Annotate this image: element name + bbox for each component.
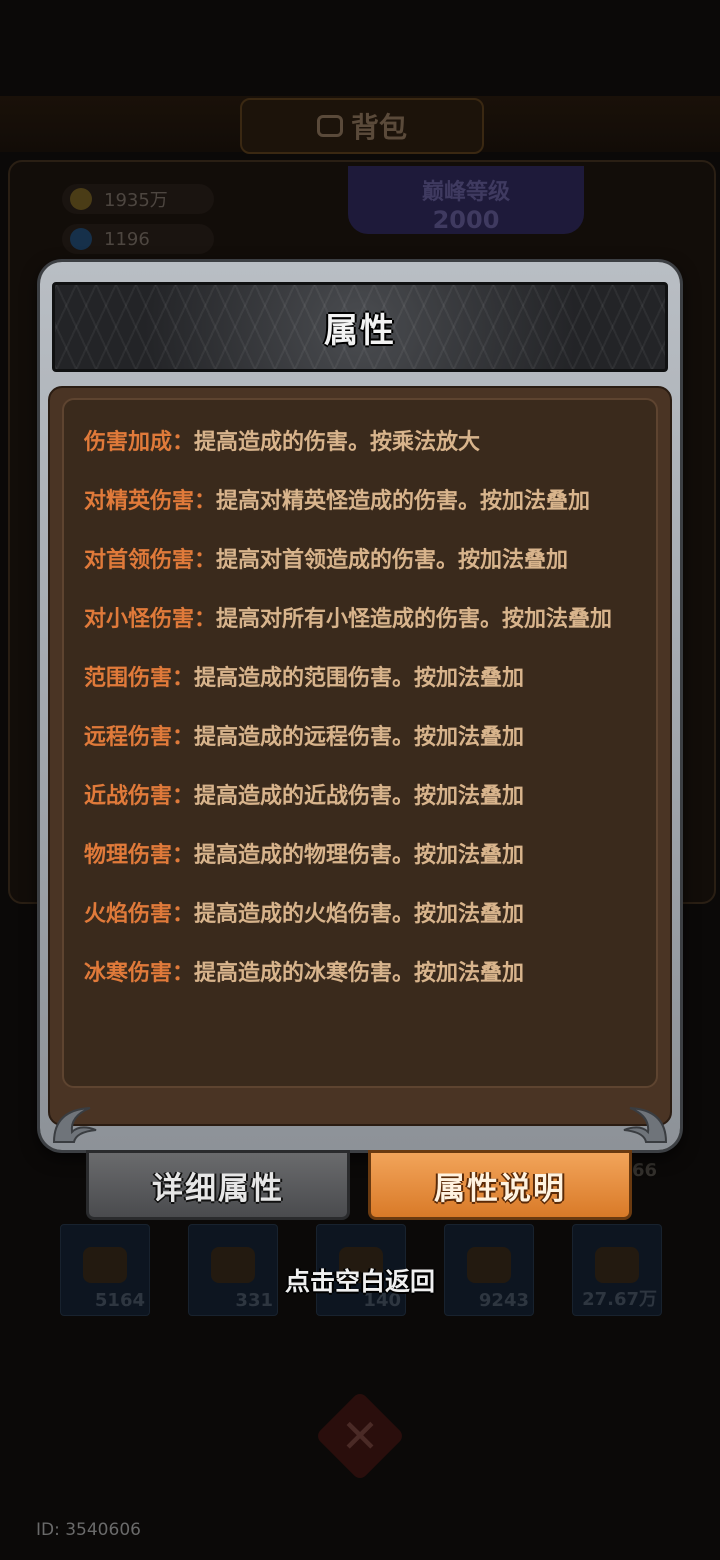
list-item: 范围伤害： 提高造成的范围伤害。按加法叠加 xyxy=(84,662,644,696)
attribute-name: 对小怪伤害： xyxy=(84,607,217,632)
attribute-description: 提高对精英怪造成的伤害。按加法叠加 xyxy=(216,489,591,514)
attribute-description: 提高对所有小怪造成的伤害。按加法叠加 xyxy=(216,607,613,632)
list-item: 远程伤害： 提高造成的远程伤害。按加法叠加 xyxy=(84,721,644,755)
list-item: 对首领伤害： 提高对首领造成的伤害。按加法叠加 xyxy=(84,544,644,578)
blue-gem-icon xyxy=(70,228,92,250)
attribute-name: 近战伤害： xyxy=(84,784,195,809)
gold-value: 1935万 xyxy=(104,190,168,211)
attribute-name: 物理伤害： xyxy=(84,843,195,868)
attribute-description: 提高造成的近战伤害。按加法叠加 xyxy=(194,784,525,809)
attribute-name: 对精英伤害： xyxy=(84,489,217,514)
bag-title: 背包 xyxy=(350,111,407,144)
list-item: 火焰伤害： 提高造成的火焰伤害。按加法叠加 xyxy=(84,898,644,932)
list-item: 物理伤害： 提高造成的物理伤害。按加法叠加 xyxy=(84,839,644,873)
attribute-name: 冰寒伤害： xyxy=(84,961,195,986)
peak-level-badge: 巅峰等级 2000 xyxy=(348,166,584,234)
partial-slot-count: 66 xyxy=(632,1160,658,1181)
peak-level-label: 巅峰等级 xyxy=(421,180,510,205)
content-frame: 伤害加成： 提高造成的伤害。按乘法放大 对精英伤害： 提高对精英怪造成的伤害。按… xyxy=(48,386,672,1126)
attribute-list: 伤害加成： 提高造成的伤害。按乘法放大 对精英伤害： 提高对精英怪造成的伤害。按… xyxy=(84,426,644,1016)
tap-to-return-hint[interactable]: 点击空白返回 xyxy=(0,1262,720,1298)
corner-ornament-icon xyxy=(52,1107,97,1143)
attribute-name: 对首领伤害： xyxy=(84,548,217,573)
list-item: 近战伤害： 提高造成的近战伤害。按加法叠加 xyxy=(84,780,644,814)
user-id-label: ID: 3540606 xyxy=(36,1520,141,1540)
attribute-description: 提高造成的伤害。按乘法放大 xyxy=(194,430,481,455)
list-item: 伤害加成： 提高造成的伤害。按乘法放大 xyxy=(84,426,644,460)
dialog-title: 属性 xyxy=(324,310,396,351)
attribute-description: 提高造成的冰寒伤害。按加法叠加 xyxy=(194,961,525,986)
attribute-description: 提高对首领造成的伤害。按加法叠加 xyxy=(216,548,569,573)
attribute-name: 火焰伤害： xyxy=(84,902,195,927)
attribute-name: 范围伤害： xyxy=(84,666,195,691)
attribute-description: 提高造成的火焰伤害。按加法叠加 xyxy=(194,902,525,927)
peak-level-value: 2000 xyxy=(432,206,500,234)
dialog-header: 属性 xyxy=(52,282,668,372)
tab-detail-attributes[interactable]: 详细属性 xyxy=(86,1150,350,1220)
gold-counter: 1935万 xyxy=(62,184,214,214)
list-item: 对小怪伤害： 提高对所有小怪造成的伤害。按加法叠加 xyxy=(84,603,644,637)
attribute-dialog: 属性 伤害加成： 提高造成的伤害。按乘法放大 对精英伤害： 提高对精英怪造成的伤… xyxy=(40,262,680,1150)
bag-icon xyxy=(316,115,343,137)
list-item: 对精英伤害： 提高对精英怪造成的伤害。按加法叠加 xyxy=(84,485,644,519)
gem-counter: 1196 xyxy=(62,224,214,254)
tab-attribute-description[interactable]: 属性说明 xyxy=(368,1150,632,1220)
attribute-scroll-panel[interactable]: 伤害加成： 提高造成的伤害。按乘法放大 对精英伤害： 提高对精英怪造成的伤害。按… xyxy=(62,398,658,1088)
gold-coin-icon xyxy=(70,188,92,210)
list-item: 冰寒伤害： 提高造成的冰寒伤害。按加法叠加 xyxy=(84,957,644,991)
attribute-name: 伤害加成： xyxy=(84,430,195,455)
close-icon: ✕ xyxy=(340,1409,380,1463)
close-button[interactable]: ✕ xyxy=(314,1390,406,1482)
attribute-description: 提高造成的远程伤害。按加法叠加 xyxy=(194,725,525,750)
gem-value: 1196 xyxy=(104,228,150,250)
attribute-description: 提高造成的范围伤害。按加法叠加 xyxy=(194,666,525,691)
attribute-name: 远程伤害： xyxy=(84,725,195,750)
attribute-description: 提高造成的物理伤害。按加法叠加 xyxy=(194,843,525,868)
bag-title-plate: 背包 xyxy=(240,98,484,154)
corner-ornament-icon xyxy=(623,1107,668,1143)
